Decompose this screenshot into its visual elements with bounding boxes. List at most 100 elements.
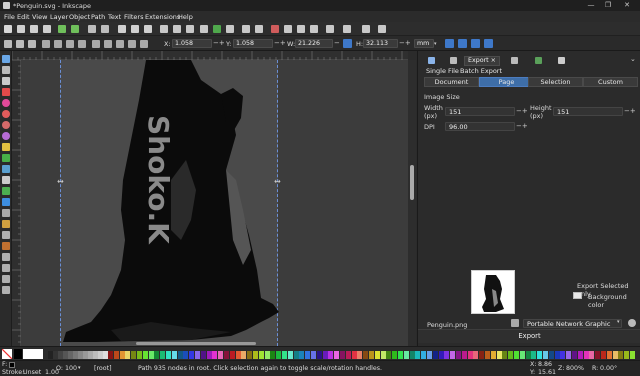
folder-icon[interactable]: [511, 319, 519, 327]
palette-swatch[interactable]: [514, 351, 519, 359]
xml-editor-icon[interactable]: [297, 25, 305, 33]
w-stepper[interactable]: −: [334, 39, 340, 47]
palette-swatch[interactable]: [229, 351, 235, 359]
palette-swatch[interactable]: [287, 351, 293, 359]
redo-icon[interactable]: [101, 25, 109, 33]
palette-swatch[interactable]: [183, 351, 189, 359]
paste-icon[interactable]: [144, 25, 152, 33]
lock-ratio-icon[interactable]: [343, 39, 352, 48]
y-field[interactable]: 1.058: [233, 39, 273, 48]
unit-chevron-icon[interactable]: ▾: [434, 41, 437, 47]
objects-icon[interactable]: [362, 25, 370, 33]
vertical-ruler[interactable]: [12, 60, 21, 346]
format-chevron-icon[interactable]: ▾: [617, 319, 620, 325]
palette-swatch[interactable]: [322, 351, 328, 359]
palette-swatch[interactable]: [293, 351, 299, 359]
tab-single-file[interactable]: Single File: [424, 66, 461, 76]
zoom-tool-icon[interactable]: [2, 77, 10, 85]
menu-file[interactable]: File: [4, 13, 15, 21]
swatch-white[interactable]: [23, 349, 43, 359]
vertical-scroll-thumb[interactable]: [410, 165, 414, 200]
palette-swatch[interactable]: [131, 351, 137, 359]
open-icon[interactable]: [17, 25, 25, 33]
palette-swatch[interactable]: [398, 351, 403, 359]
rotation-value[interactable]: 0.00°: [600, 365, 617, 372]
zoom-page-icon[interactable]: [186, 25, 194, 33]
palette-swatch[interactable]: [502, 351, 508, 359]
raise-icon[interactable]: [104, 40, 112, 48]
palette-swatch[interactable]: [113, 351, 119, 359]
scale-corners-icon[interactable]: [458, 39, 467, 48]
dropper-tool-icon[interactable]: [2, 209, 10, 217]
tab-batch-export[interactable]: Batch Export: [458, 66, 504, 76]
palette-swatch[interactable]: [572, 351, 577, 359]
palette-swatch[interactable]: [125, 351, 131, 359]
print-icon[interactable]: [43, 25, 51, 33]
calligraphy-tool-icon[interactable]: [2, 165, 10, 173]
palette-swatch[interactable]: [351, 351, 357, 359]
palette-swatch[interactable]: [328, 351, 334, 359]
symbols-icon[interactable]: [378, 25, 386, 33]
move-gradients-icon[interactable]: [471, 39, 480, 48]
palette-swatch[interactable]: [305, 351, 311, 359]
select-all-layers-icon[interactable]: [16, 40, 24, 48]
scale-handle-right[interactable]: ↔: [274, 177, 281, 186]
palette-swatch[interactable]: [461, 351, 467, 359]
palette-swatch[interactable]: [409, 351, 415, 359]
scale-handle-left[interactable]: ↔: [57, 177, 64, 186]
palette-swatch[interactable]: [224, 351, 229, 359]
area-page-button[interactable]: Page: [479, 77, 534, 87]
lower-to-bottom-icon[interactable]: [128, 40, 136, 48]
rotate-ccw-icon[interactable]: [42, 40, 50, 48]
connector-tool-icon[interactable]: [2, 264, 10, 272]
lower-icon[interactable]: [116, 40, 124, 48]
palette-swatch[interactable]: [537, 351, 543, 359]
palette-swatch[interactable]: [189, 351, 195, 359]
palette-swatch[interactable]: [601, 351, 606, 359]
palette-swatch[interactable]: [276, 351, 282, 359]
move-patterns-icon[interactable]: [484, 39, 493, 48]
preferences-icon[interactable]: [326, 25, 334, 33]
pen-tool-icon[interactable]: [2, 154, 10, 162]
palette-swatch[interactable]: [235, 351, 241, 359]
fill-indicator-swatch[interactable]: [9, 362, 15, 368]
eraser-tool-icon[interactable]: [2, 253, 10, 261]
3d-box-tool-icon[interactable]: [2, 132, 10, 140]
export-selected-checkbox[interactable]: [570, 282, 577, 289]
palette-swatch[interactable]: [415, 351, 421, 359]
palette-swatch[interactable]: [264, 351, 270, 359]
palette-swatch[interactable]: [566, 351, 572, 359]
palette-swatch[interactable]: [467, 351, 473, 359]
palette-swatch[interactable]: [160, 351, 166, 359]
rectangle-tool-icon[interactable]: [2, 88, 10, 96]
palette-swatch[interactable]: [258, 351, 264, 359]
text-font-icon[interactable]: [284, 25, 292, 33]
height-field[interactable]: 151: [553, 107, 623, 116]
align-distribute-icon[interactable]: [310, 25, 318, 33]
palette-swatch[interactable]: [595, 351, 601, 359]
palette-swatch[interactable]: [589, 351, 595, 359]
mesh-tool-icon[interactable]: [2, 198, 10, 206]
stroke-indicator-value[interactable]: Unset: [23, 369, 41, 376]
star-tool-icon[interactable]: [2, 110, 10, 118]
tweak-tool-icon[interactable]: [2, 231, 10, 239]
opacity-value[interactable]: 100: [65, 365, 77, 372]
palette-swatch[interactable]: [554, 351, 560, 359]
menu-object[interactable]: Object: [69, 13, 90, 21]
palette-swatch[interactable]: [340, 351, 345, 359]
drawing-canvas[interactable]: ↔ ↔ Shoko.K: [21, 60, 408, 346]
palette-swatch[interactable]: [618, 351, 624, 359]
dpi-stepper[interactable]: −+: [516, 122, 528, 130]
width-field[interactable]: 151: [445, 107, 515, 116]
palette-swatch[interactable]: [479, 351, 485, 359]
palette-swatch[interactable]: [560, 351, 566, 359]
palette-swatch[interactable]: [316, 351, 322, 359]
palette-swatch[interactable]: [299, 351, 305, 359]
y-stepper[interactable]: −+: [274, 39, 286, 47]
menu-path[interactable]: Path: [91, 13, 105, 21]
duplicate-icon[interactable]: [200, 25, 208, 33]
menu-extensions[interactable]: Extensions: [145, 13, 180, 21]
palette-swatch[interactable]: [195, 351, 200, 359]
node-tool-icon[interactable]: [2, 66, 10, 74]
horizontal-ruler[interactable]: [12, 51, 408, 60]
